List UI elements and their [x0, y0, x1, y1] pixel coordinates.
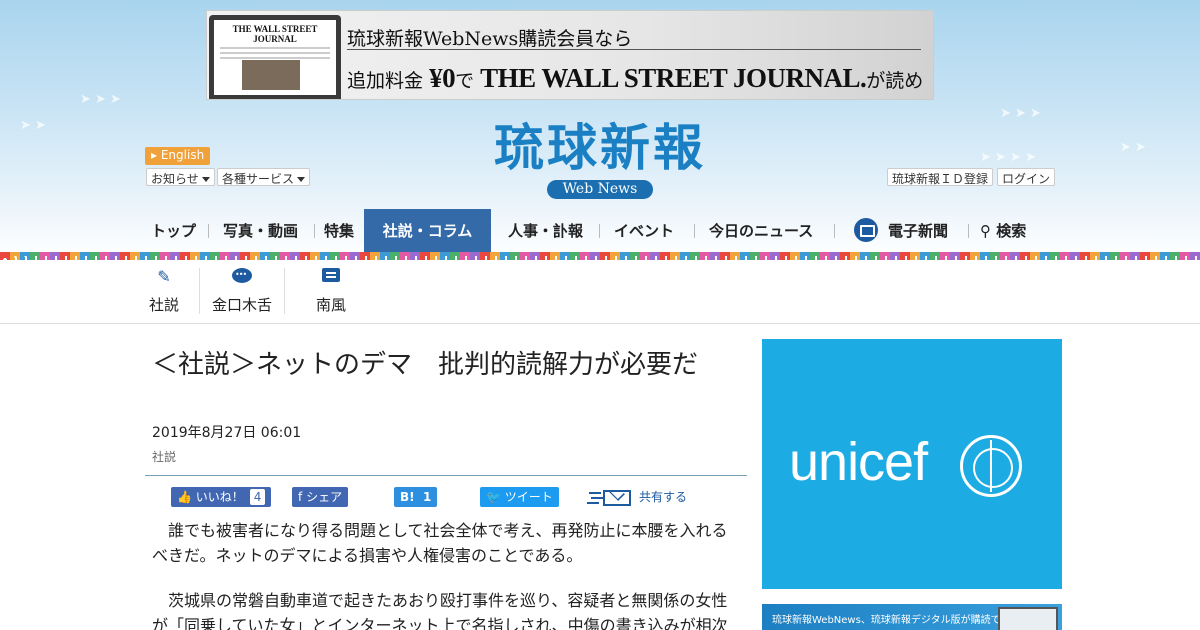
facebook-like-button[interactable]: 👍 いいね！ 4 — [171, 487, 272, 507]
share-label: シェア — [306, 490, 343, 504]
nav-item-e-newspaper[interactable]: 電子新聞 — [854, 209, 948, 253]
chevron-down-icon — [201, 177, 210, 182]
unicef-logo-text: unicef — [789, 432, 928, 492]
subnav-label: 南風 — [315, 296, 346, 314]
nav-separator — [208, 224, 209, 238]
hatena-icon: B! — [400, 490, 415, 504]
subnav-item-editorial[interactable]: ✎ 社説 — [148, 266, 180, 315]
nav-separator — [834, 224, 835, 238]
like-label: いいね！ — [195, 490, 244, 504]
banner-mid: で — [455, 70, 475, 92]
services-dropdown[interactable]: 各種サービス — [217, 168, 311, 186]
subnav-separator — [284, 268, 285, 314]
banner-rule — [347, 49, 921, 50]
unicef-ad[interactable]: unicef — [762, 339, 1062, 589]
envelope-icon — [603, 489, 631, 506]
logo-sub: Web News — [546, 180, 654, 199]
laptop-image: THE WALL STREET JOURNAL — [209, 15, 341, 99]
fish-decoration: ➤ ➤ ➤ — [80, 92, 121, 107]
nav-item-top[interactable]: トップ — [151, 209, 196, 253]
nav-separator — [599, 224, 600, 238]
fish-decoration: ➤ ➤ — [20, 118, 46, 133]
sub-nav: ✎ 社説 金口木舌 南風 — [0, 260, 1200, 324]
fish-decoration: ➤ ➤ — [1120, 140, 1146, 155]
nav-item-events[interactable]: イベント — [614, 209, 674, 253]
article-paragraph: 茨城県の常磐自動車道で起きたあおり殴打事件を巡り、容疑者と無関係の女性が「同乗し… — [152, 591, 728, 630]
main-nav: トップ 写真・動画 特集 社説・コラム 人事・訃報 イベント 今日のニュース 電… — [145, 209, 1055, 253]
nav-item-search[interactable]: ⚲ 検索 — [980, 209, 1026, 253]
login-button[interactable]: ログイン — [997, 168, 1056, 186]
site-logo[interactable]: 琉球新報 Web News — [450, 118, 750, 199]
tweet-button[interactable]: 🐦 ツイート — [480, 487, 559, 507]
chat-bubble-icon — [210, 266, 274, 286]
nav-item-features[interactable]: 特集 — [324, 209, 354, 253]
nav-separator — [694, 224, 695, 238]
nav-item-personnel-obituary[interactable]: 人事・訃報 — [508, 209, 583, 253]
banner-line1: 琉球新報WebNews購読会員なら — [347, 28, 633, 50]
article-date: 2019年8月27日 06:01 — [152, 425, 302, 441]
logo-name: 琉球新報 — [494, 118, 706, 177]
laptop-masthead: THE WALL STREET JOURNAL — [232, 24, 318, 44]
pen-icon: ✎ — [157, 267, 171, 286]
subnav-item-haebaru[interactable]: 南風 — [315, 266, 347, 315]
subnav-item-kinkuchi[interactable]: 金口木舌 — [210, 266, 274, 315]
device-screen-image — [998, 607, 1058, 630]
unicef-globe-icon — [960, 435, 1022, 497]
search-label: 検索 — [996, 222, 1027, 240]
notice-label: お知らせ — [151, 172, 199, 186]
tweet-label: ツイート — [504, 490, 553, 504]
banner-prefix: 追加料金 — [347, 70, 424, 92]
hatena-count: 1 — [422, 490, 432, 504]
nav-item-editorial-column[interactable]: 社説・コラム — [364, 209, 491, 253]
fish-decoration: ➤ ➤ ➤ ➤ — [980, 150, 1036, 165]
hatena-bookmark-button[interactable]: B! 1 — [394, 487, 438, 507]
article-title: ＜社説＞ネットのデマ 批判的読解力が必要だ — [152, 350, 699, 380]
english-button[interactable]: ▸ English — [145, 147, 211, 165]
chevron-down-icon — [297, 177, 306, 182]
notice-dropdown[interactable]: お知らせ — [146, 168, 215, 186]
article-body: 誰でも被害者になり得る問題として社会全体で考え、再発防止に本腰を入れるべきだ。ネ… — [152, 518, 742, 630]
facebook-share-button[interactable]: f シェア — [292, 487, 349, 507]
english-label: English — [160, 148, 205, 162]
mail-share-label: 共有する — [639, 490, 688, 504]
article-paragraph: 誰でも被害者になり得る問題として社会全体で考え、再発防止に本腰を入れるべきだ。ネ… — [152, 521, 728, 565]
banner-brand: THE WALL STREET JOURNAL. — [480, 63, 867, 93]
banner-price: ¥0 — [429, 63, 456, 93]
nav-separator — [314, 224, 315, 238]
message-icon — [315, 268, 347, 286]
article-category[interactable]: 社説 — [152, 448, 176, 465]
webnews-ad-text: 琉球新報WebNews、琉球新報デジタル版が購読できる — [772, 615, 1021, 626]
services-label: 各種サービス — [222, 172, 295, 186]
search-icon: ⚲ — [980, 222, 991, 240]
like-count: 4 — [249, 489, 266, 505]
facebook-icon: f — [298, 490, 303, 504]
twitter-icon: 🐦 — [486, 490, 501, 504]
banner-line2: 追加料金 ¥0で THE WALL STREET JOURNAL.が読める — [347, 63, 933, 99]
thumbs-up-icon: 👍 — [177, 490, 192, 504]
webnews-ad[interactable]: 琉球新報WebNews、琉球新報デジタル版が購読できる — [762, 604, 1062, 630]
nav-separator — [968, 224, 969, 238]
mail-share-button[interactable]: 共有する — [589, 487, 687, 507]
subnav-separator — [199, 268, 200, 314]
register-button[interactable]: 琉球新報ＩＤ登録 — [887, 168, 994, 186]
fish-decoration: ➤ ➤ ➤ — [1000, 106, 1041, 121]
nav-item-todays-news[interactable]: 今日のニュース — [709, 209, 813, 253]
subnav-label: 社説 — [148, 296, 179, 314]
nav-item-photo-video[interactable]: 写真・動画 — [223, 209, 298, 253]
article-divider — [145, 475, 747, 476]
subnav-label: 金口木舌 — [211, 296, 272, 314]
e-newspaper-label: 電子新聞 — [888, 222, 949, 240]
e-newspaper-icon — [854, 217, 878, 242]
wsj-banner-ad[interactable]: THE WALL STREET JOURNAL 琉球新報WebNews購読会員な… — [206, 10, 934, 100]
